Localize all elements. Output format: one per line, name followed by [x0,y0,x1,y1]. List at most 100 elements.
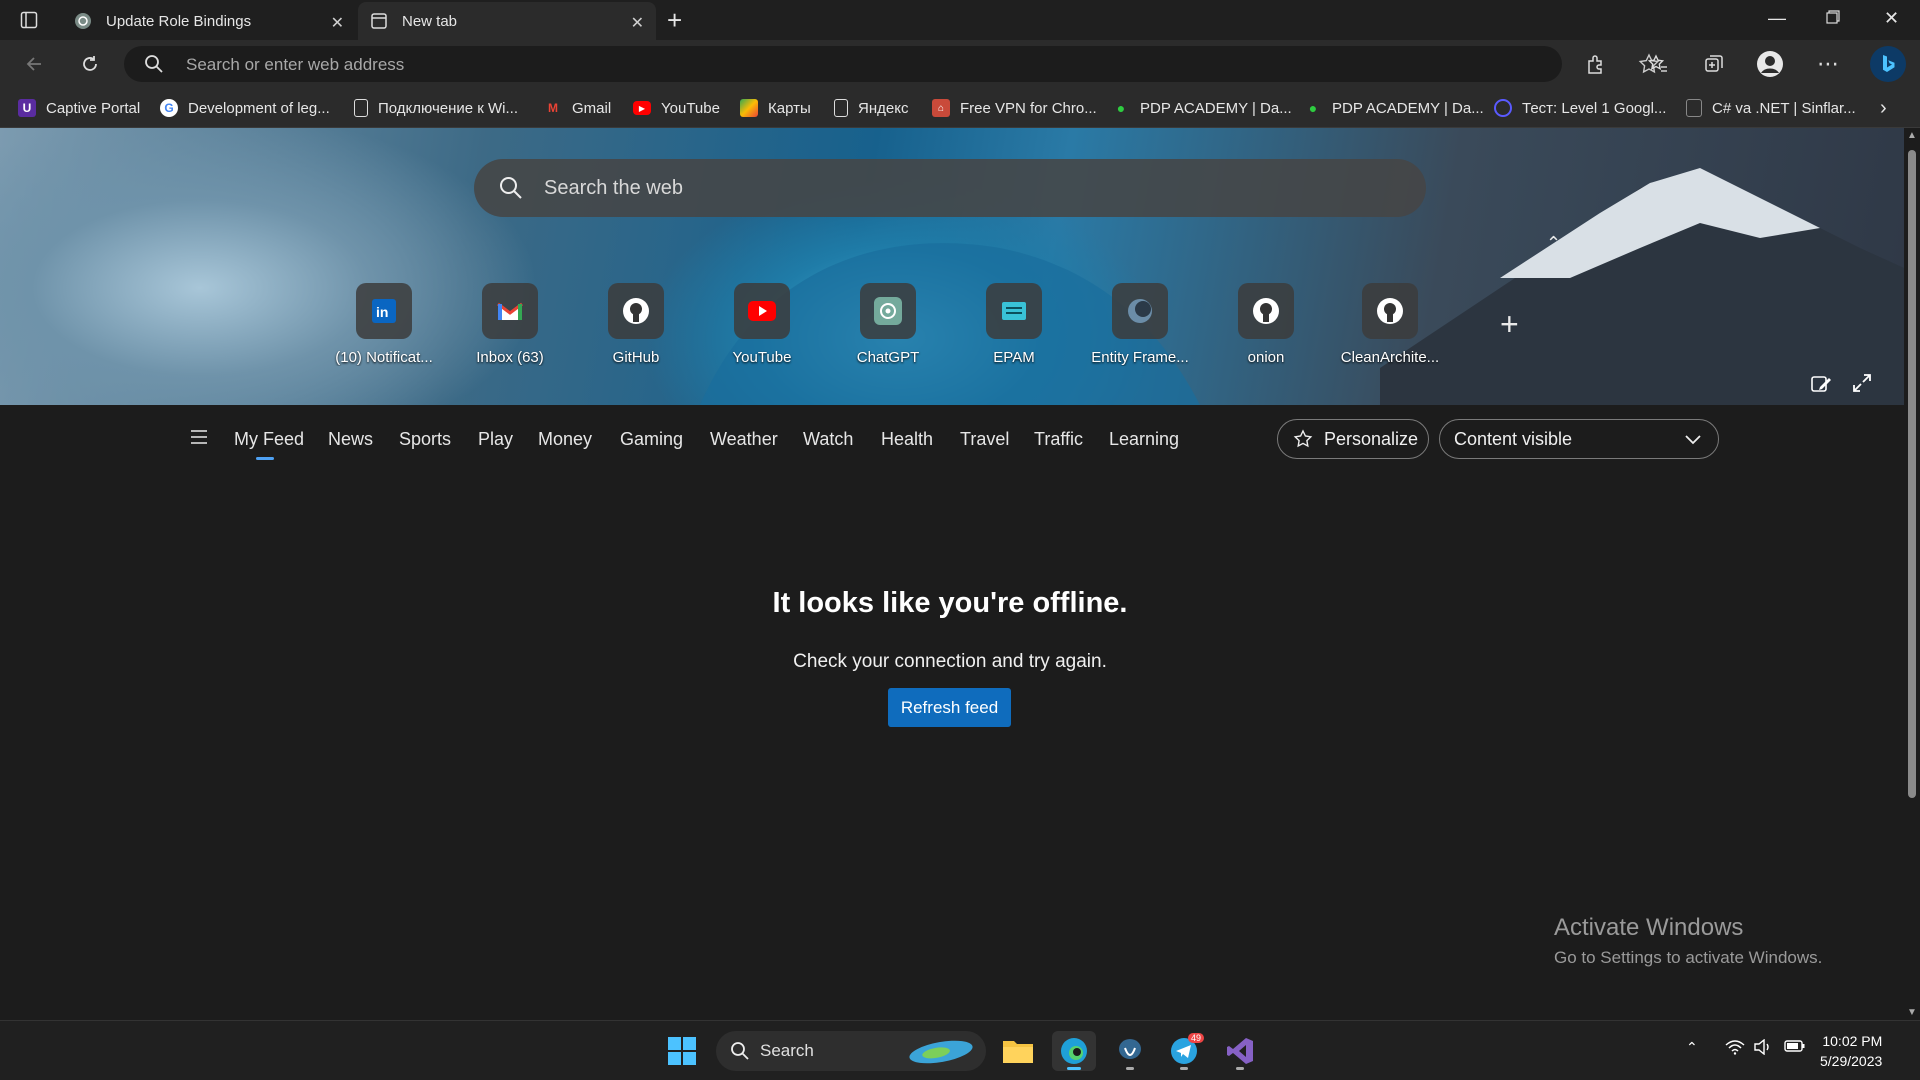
captive-portal-icon: U [18,99,36,117]
show-hidden-icons-button[interactable]: ⌃ [1686,1039,1698,1056]
personalize-button[interactable]: Personalize [1277,419,1429,459]
bookmark-wifi[interactable]: Подключение к Wi... [354,96,518,120]
bookmark-yandex[interactable]: Яндекс [834,96,908,120]
feed-tab-sports[interactable]: Sports [399,429,451,450]
quick-link-epam[interactable]: EPAM [954,283,1074,366]
address-bar[interactable]: Search or enter web address [124,46,1660,82]
quick-link-entity-framework[interactable]: Entity Frame... [1080,283,1200,366]
puzzle-icon [1588,55,1602,74]
quick-link-label: EPAM [993,349,1035,366]
quick-link-onion[interactable]: onion [1206,283,1326,366]
bookmark-development[interactable]: G Development of leg... [160,96,330,120]
restore-button[interactable] [1826,8,1840,29]
close-window-button[interactable]: ✕ [1884,8,1899,29]
wifi-icon[interactable] [1725,1039,1745,1060]
youtube-icon [734,283,790,339]
search-icon [498,175,524,206]
watermark-subtitle: Go to Settings to activate Windows. [1554,948,1823,967]
bookmark-captive-portal[interactable]: U Captive Portal [18,96,140,120]
feed-tab-watch[interactable]: Watch [803,429,853,450]
edge-taskbar-button[interactable] [1052,1031,1096,1071]
bookmark-gmail[interactable]: M Gmail [544,96,611,120]
quick-link-youtube[interactable]: YouTube [702,283,822,366]
scroll-up-icon[interactable]: ▲ [1907,130,1917,141]
chatgpt-icon [860,283,916,339]
battery-icon[interactable] [1784,1039,1806,1058]
maps-icon [740,99,758,117]
tab-label: New tab [402,12,458,30]
profile-button[interactable] [1756,50,1784,78]
quick-link-linkedin[interactable]: in (10) Notificat... [324,283,444,366]
feed-tab-weather[interactable]: Weather [710,429,778,450]
tab-actions-icon [20,11,38,29]
github-icon [1238,283,1294,339]
quick-link-clean-architecture[interactable]: CleanArchite... [1330,283,1450,366]
tab-new-tab[interactable]: New tab ✕ [358,2,656,40]
add-quick-link-button[interactable]: + [1500,306,1519,343]
edit-background-button[interactable] [1810,373,1832,400]
scroll-down-icon[interactable]: ▼ [1907,1007,1917,1018]
scrollbar-thumb[interactable] [1908,150,1916,798]
quick-link-label: CleanArchite... [1340,349,1440,366]
taskbar-search[interactable]: Search [716,1031,986,1071]
feed-tab-gaming[interactable]: Gaming [620,429,683,450]
quick-link-github[interactable]: GitHub [576,283,696,366]
favorites-button[interactable] [1644,50,1672,78]
bookmark-test-level-1[interactable]: Тест: Level 1 Googl... [1494,96,1666,120]
feed-tab-health[interactable]: Health [881,429,933,450]
scrollbar[interactable]: ▲ ▼ [1904,128,1920,1020]
collections-button[interactable] [1700,50,1728,78]
gmail-icon: M [548,101,558,115]
volume-icon[interactable] [1754,1038,1772,1060]
feed-tab-money[interactable]: Money [538,429,592,450]
content-visibility-select[interactable]: Content visible [1439,419,1719,459]
title-bar: Update Role Bindings ✕ New tab ✕ + — ✕ [0,0,1920,40]
bookmark-maps[interactable]: Карты [740,96,811,120]
content-visibility-value: Content visible [1454,428,1573,449]
bing-chat-button[interactable] [1870,46,1906,82]
epam-icon [986,283,1042,339]
feed-tab-play[interactable]: Play [478,429,513,450]
refresh-feed-button[interactable]: Refresh feed [888,688,1011,727]
feed-tab-my-feed[interactable]: My Feed [234,429,304,460]
page-icon [354,99,368,117]
feed-tab-news[interactable]: News [328,429,373,450]
minimize-button[interactable]: — [1768,8,1786,29]
file-explorer-button[interactable] [996,1031,1040,1071]
tab-update-role-bindings[interactable]: Update Role Bindings ✕ [62,2,356,40]
bookmark-free-vpn[interactable]: ⌂ Free VPN for Chro... [932,96,1097,120]
telegram-button[interactable]: 49 [1162,1031,1206,1071]
gmail-icon [482,283,538,339]
close-tab-icon[interactable]: ✕ [631,13,644,33]
feed-tab-travel[interactable]: Travel [960,429,1009,450]
offline-heading: It looks like you're offline. [772,587,1128,619]
bookmark-csharp-dotnet[interactable]: C# va .NET | Sinflar... [1686,96,1856,120]
quick-link-chatgpt[interactable]: ChatGPT [828,283,948,366]
back-button[interactable] [20,50,48,78]
close-tab-icon[interactable]: ✕ [331,13,344,33]
visual-studio-button[interactable] [1218,1031,1262,1071]
feed-tab-learning[interactable]: Learning [1109,429,1179,450]
bookmark-label: PDP ACADEMY | Da... [1332,99,1484,117]
feed-tab-traffic[interactable]: Traffic [1034,429,1083,450]
quick-link-gmail[interactable]: Inbox (63) [450,283,570,366]
github-icon [608,283,664,339]
feed-menu-button[interactable] [190,429,208,450]
postgresql-button[interactable] [1108,1031,1152,1071]
linkedin-icon: in [356,283,412,339]
new-tab-button[interactable]: + [667,6,682,34]
bookmarks-overflow-button[interactable]: › [1880,96,1887,120]
expand-background-button[interactable] [1852,373,1872,398]
tab-actions-button[interactable] [14,8,44,32]
more-menu-button[interactable]: ⋯ [1814,50,1842,78]
extensions-button[interactable] [1582,50,1610,78]
start-button[interactable] [660,1031,704,1071]
bookmark-youtube[interactable]: ▶ YouTube [633,96,720,120]
collapse-quick-links-button[interactable]: ⌃ [1546,233,1561,254]
expand-icon [1853,374,1871,392]
system-clock[interactable]: 10:02 PM 5/29/2023 [1820,1031,1882,1071]
refresh-button[interactable] [76,50,104,78]
web-search-box[interactable]: Search the web [474,159,1426,217]
bookmark-pdp-academy-2[interactable]: ● PDP ACADEMY | Da... [1304,96,1484,120]
bookmark-pdp-academy-1[interactable]: ● PDP ACADEMY | Da... [1112,96,1292,120]
